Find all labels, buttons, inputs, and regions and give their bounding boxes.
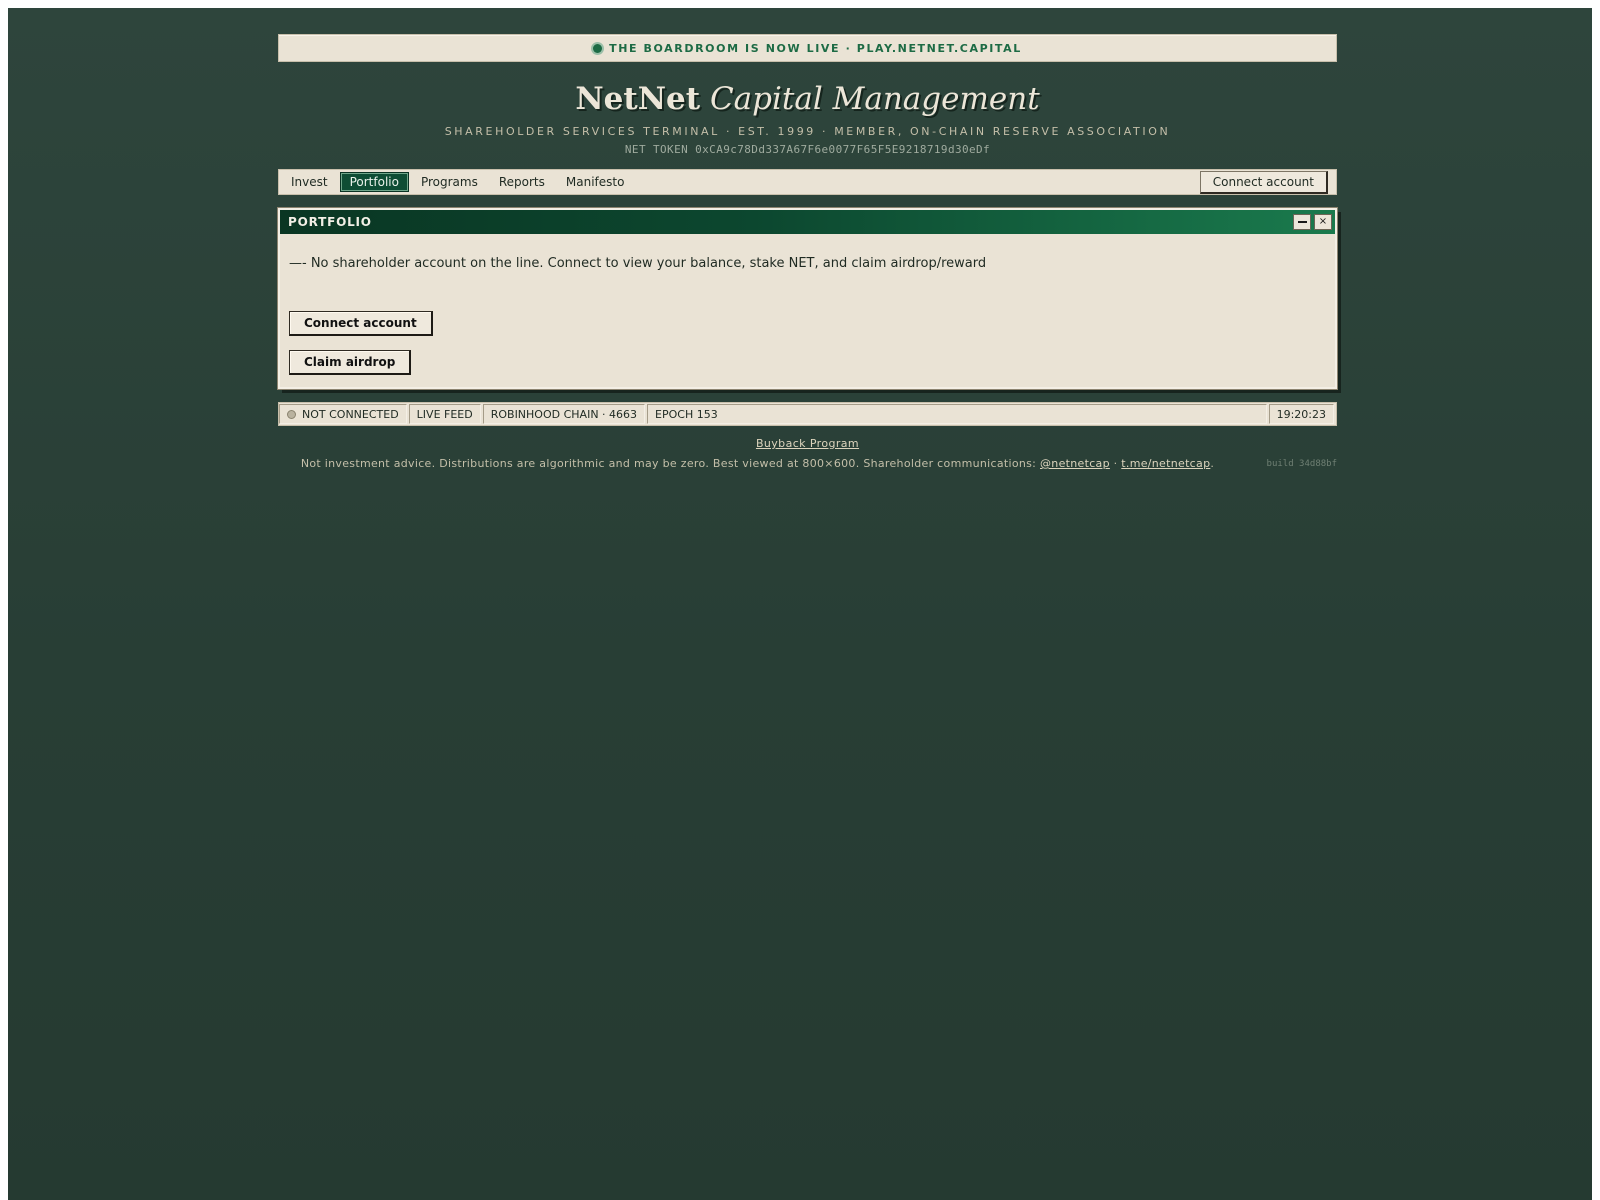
telegram-link[interactable]: t.me/netnetcap: [1121, 457, 1210, 470]
portfolio-window: PORTFOLIO × —- No shareholder account on…: [277, 207, 1338, 390]
live-dot-icon: [593, 43, 603, 53]
site-subtitle: SHAREHOLDER SERVICES TERMINAL · EST. 199…: [444, 125, 1171, 138]
nav-item-programs[interactable]: Programs: [412, 173, 487, 191]
connect-account-button[interactable]: Connect account: [289, 311, 433, 336]
page-background: THE BOARDROOM IS NOW LIVE · PLAY.NETNET.…: [8, 8, 1592, 1200]
nav-item-invest[interactable]: Invest: [282, 173, 337, 191]
nav-item-reports[interactable]: Reports: [490, 173, 554, 191]
site-title-bold: NetNet: [575, 81, 701, 117]
window-title-bar: PORTFOLIO ×: [280, 210, 1335, 234]
window-controls: ×: [1293, 214, 1332, 230]
nav-connect-account-button[interactable]: Connect account: [1199, 171, 1328, 194]
connection-status: NOT CONNECTED: [279, 404, 407, 424]
main-nav: Invest Portfolio Programs Reports Manife…: [278, 169, 1337, 195]
site-title-italic: Capital Management: [709, 81, 1040, 117]
window-body: —- No shareholder account on the line. C…: [280, 234, 1335, 387]
build-version: build 34d88bf: [1266, 459, 1337, 469]
disclaimer: Not investment advice. Distributions are…: [278, 457, 1337, 470]
connection-indicator-icon: [287, 409, 296, 419]
connection-status-text: NOT CONNECTED: [302, 407, 399, 421]
announcement-bar[interactable]: THE BOARDROOM IS NOW LIVE · PLAY.NETNET.…: [278, 34, 1337, 62]
separator: ·: [1109, 457, 1122, 470]
site-title: NetNet Capital Management: [278, 81, 1337, 117]
disclaimer-end: .: [1210, 457, 1215, 470]
disclaimer-text: Not investment advice. Distributions are…: [300, 457, 1040, 470]
live-feed-status: LIVE FEED: [408, 404, 481, 424]
nav-item-portfolio[interactable]: Portfolio: [339, 172, 409, 192]
clock: 19:20:23: [1268, 404, 1334, 424]
chain-status: ROBINHOOD CHAIN · 4663: [482, 404, 646, 424]
nav-item-manifesto[interactable]: Manifesto: [557, 173, 634, 191]
window-title: PORTFOLIO: [288, 215, 372, 229]
minimize-icon[interactable]: [1293, 214, 1311, 230]
account-status-message: —- No shareholder account on the line. C…: [289, 256, 987, 271]
epoch-status: EPOCH 153: [647, 404, 1267, 424]
buyback-program-link[interactable]: Buyback Program: [756, 437, 859, 450]
terminal-container: THE BOARDROOM IS NOW LIVE · PLAY.NETNET.…: [277, 34, 1338, 470]
twitter-handle-link[interactable]: @netnetcap: [1040, 457, 1110, 470]
claim-airdrop-button[interactable]: Claim airdrop: [289, 350, 412, 375]
status-bar: NOT CONNECTED LIVE FEED ROBINHOOD CHAIN …: [278, 402, 1337, 426]
close-icon[interactable]: ×: [1314, 214, 1332, 230]
masthead: NetNet Capital Management SHAREHOLDER SE…: [278, 81, 1337, 156]
footer: Buyback Program Not investment advice. D…: [278, 437, 1337, 470]
token-address: NET TOKEN 0xCA9c78Dd337A67F6e0077F65F5E9…: [624, 143, 991, 156]
announcement-text: THE BOARDROOM IS NOW LIVE · PLAY.NETNET.…: [609, 41, 1022, 55]
